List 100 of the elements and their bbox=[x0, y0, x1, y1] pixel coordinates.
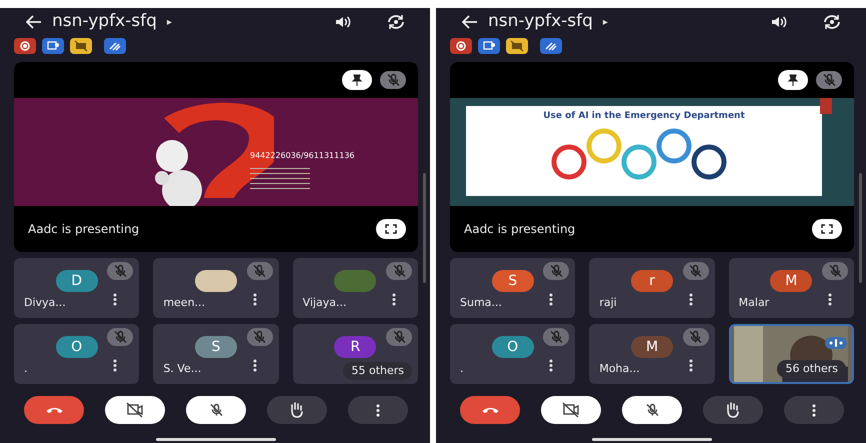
avatar: O bbox=[492, 336, 534, 358]
caret-icon[interactable]: ▸ bbox=[166, 14, 172, 30]
mic-off-icon bbox=[112, 330, 128, 344]
avatar: D bbox=[56, 270, 98, 292]
participant-name: Moha... bbox=[599, 360, 640, 376]
participant-tile[interactable]: R 55 others bbox=[292, 324, 418, 384]
participant-tile[interactable]: meen... bbox=[153, 258, 279, 318]
participant-name: Vijaya... bbox=[302, 294, 347, 310]
mic-off-icon bbox=[386, 73, 400, 87]
participant-tile[interactable]: O . bbox=[14, 324, 140, 384]
lines-icon[interactable] bbox=[104, 38, 126, 54]
microphone-off-button[interactable] bbox=[622, 396, 682, 424]
mic-off-icon bbox=[112, 264, 128, 278]
participant-name: raji bbox=[599, 294, 617, 310]
end-call-icon bbox=[46, 406, 63, 414]
participant-name: S. Ve... bbox=[163, 360, 202, 376]
meeting-title[interactable]: nsn-ypfx-sfq bbox=[488, 9, 593, 35]
more-options-icon[interactable] bbox=[549, 293, 554, 306]
switch-camera-icon[interactable] bbox=[822, 14, 842, 30]
mic-off-icon bbox=[688, 330, 704, 344]
fullscreen-icon bbox=[821, 224, 833, 234]
avatar: O bbox=[56, 336, 98, 358]
others-count[interactable]: 56 others bbox=[777, 360, 846, 378]
raise-hand-button[interactable] bbox=[266, 396, 327, 424]
scrollbar[interactable] bbox=[859, 173, 862, 283]
pin-button[interactable] bbox=[778, 70, 808, 90]
more-options-icon[interactable] bbox=[113, 293, 118, 306]
presenting-caption: Aadc is presenting bbox=[28, 221, 140, 238]
back-arrow-icon[interactable] bbox=[462, 15, 478, 29]
fullscreen-button[interactable] bbox=[376, 219, 406, 239]
switch-camera-icon[interactable] bbox=[386, 14, 406, 30]
speaker-icon[interactable] bbox=[770, 15, 788, 29]
film-off-icon[interactable] bbox=[70, 38, 92, 54]
fullscreen-button[interactable] bbox=[812, 219, 842, 239]
mic-off-button[interactable] bbox=[380, 71, 406, 89]
film-off-icon[interactable] bbox=[506, 38, 528, 54]
participant-tile[interactable]: r raji bbox=[589, 258, 715, 318]
more-options-icon bbox=[376, 404, 380, 416]
participant-tile[interactable]: M Moha... bbox=[589, 324, 715, 384]
more-options-icon[interactable] bbox=[688, 293, 693, 306]
more-options-icon[interactable] bbox=[828, 293, 832, 306]
more-options-icon[interactable] bbox=[392, 293, 396, 306]
avatar: S bbox=[194, 336, 237, 358]
pin-icon bbox=[787, 74, 799, 86]
end-call-icon bbox=[482, 406, 499, 414]
more-options-icon[interactable] bbox=[113, 359, 118, 372]
pin-button[interactable] bbox=[342, 70, 372, 90]
mic-off-icon bbox=[252, 264, 268, 278]
avatar: r bbox=[630, 270, 673, 292]
presenter-icon[interactable] bbox=[42, 38, 64, 54]
speaker-icon[interactable] bbox=[334, 15, 352, 29]
slide-title: Use of AI in the Emergency Department bbox=[543, 110, 745, 123]
contact-phone: 9442226036/9611311136 bbox=[250, 150, 354, 162]
end-call-button[interactable] bbox=[460, 396, 520, 424]
raise-hand-button[interactable] bbox=[702, 396, 763, 424]
participant-tile[interactable]: S S. Ve... bbox=[153, 324, 279, 384]
camera-off-button[interactable] bbox=[541, 396, 602, 424]
others-count[interactable]: 55 others bbox=[343, 362, 412, 380]
participant-tile[interactable]: D Divya... bbox=[14, 258, 140, 318]
more-options-icon[interactable] bbox=[252, 359, 257, 372]
avatar-photo-placeholder bbox=[334, 270, 376, 292]
caret-icon[interactable]: ▸ bbox=[602, 14, 608, 30]
record-icon[interactable] bbox=[450, 38, 472, 54]
scrollbar[interactable] bbox=[423, 173, 426, 283]
participant-name: . bbox=[24, 360, 28, 376]
more-options-icon[interactable] bbox=[549, 359, 554, 372]
back-arrow-icon[interactable] bbox=[26, 15, 42, 29]
mic-off-icon bbox=[392, 264, 406, 278]
mic-off-icon bbox=[392, 330, 406, 344]
mic-off-icon bbox=[688, 264, 704, 278]
more-options-icon[interactable] bbox=[252, 293, 257, 306]
participant-tile[interactable]: S Suma... bbox=[450, 258, 576, 318]
camera-off-icon bbox=[561, 401, 582, 419]
camera-off-button[interactable] bbox=[105, 396, 166, 424]
mic-off-icon bbox=[548, 330, 564, 344]
mic-off-button[interactable] bbox=[816, 71, 842, 89]
participant-tile[interactable]: M Malar bbox=[728, 258, 854, 318]
microphone-off-button[interactable] bbox=[186, 396, 246, 424]
avatar: S bbox=[492, 270, 534, 292]
more-options-icon bbox=[812, 404, 816, 416]
avatar: R bbox=[334, 336, 376, 358]
pin-icon bbox=[351, 74, 363, 86]
lines-icon[interactable] bbox=[540, 38, 562, 54]
presenting-caption: Aadc is presenting bbox=[464, 221, 576, 238]
participant-video[interactable]: 56 others bbox=[728, 324, 854, 384]
meeting-title[interactable]: nsn-ypfx-sfq bbox=[52, 9, 157, 35]
avatar: M bbox=[770, 270, 812, 292]
participant-name: . bbox=[460, 360, 464, 376]
more-options-icon[interactable] bbox=[688, 359, 693, 372]
end-call-button[interactable] bbox=[24, 396, 84, 424]
mic-off-icon bbox=[548, 264, 564, 278]
mic-off-icon bbox=[828, 264, 842, 278]
mic-off-icon bbox=[252, 330, 268, 344]
participant-tile[interactable]: O . bbox=[450, 324, 576, 384]
presenter-icon[interactable] bbox=[478, 38, 500, 54]
record-icon[interactable] bbox=[14, 38, 36, 54]
participant-tile[interactable]: Vijaya... bbox=[292, 258, 418, 318]
participant-name: Divya... bbox=[24, 294, 66, 310]
participant-name: meen... bbox=[163, 294, 206, 310]
camera-off-icon bbox=[125, 401, 146, 419]
